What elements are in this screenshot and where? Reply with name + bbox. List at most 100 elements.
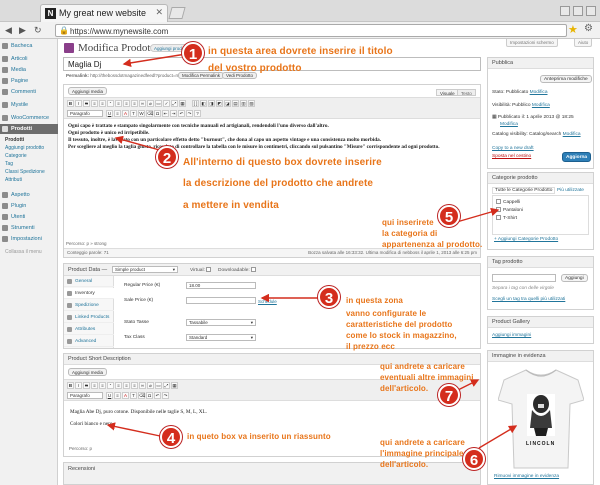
sidebar-item-articoli[interactable]: Articoli	[0, 54, 58, 64]
kitchen-sink-icon[interactable]: ▦	[179, 100, 186, 107]
category-item[interactable]: Cappelli	[496, 199, 520, 205]
indent-icon[interactable]: ⇥	[170, 110, 177, 117]
paste-text-icon[interactable]: T	[130, 392, 137, 399]
address-bar[interactable]: 🔒 https://www.mynewsite.com	[55, 24, 567, 37]
strikethrough-icon[interactable]: S	[83, 100, 90, 107]
kitchen-sink-icon[interactable]: ▦	[171, 382, 178, 389]
minimize-button[interactable]	[560, 6, 570, 16]
wrench-icon[interactable]: ⚙	[584, 23, 593, 34]
justify-icon[interactable]: ≡	[114, 392, 121, 399]
regular-price-input[interactable]: 18.00	[186, 282, 256, 289]
blockquote-icon[interactable]: “	[107, 100, 114, 107]
browser-tab[interactable]: N My great new website ✕	[40, 4, 168, 22]
category-item[interactable]: T-Shirt	[496, 215, 517, 221]
italic-icon[interactable]: I	[75, 382, 82, 389]
special-char-icon[interactable]: Ω	[154, 110, 161, 117]
tab-general[interactable]: General	[64, 276, 114, 287]
back-arrow-icon[interactable]: ◀	[5, 25, 12, 36]
align-right-icon[interactable]: ≡	[131, 100, 138, 107]
link-icon[interactable]: ∞	[139, 100, 146, 107]
product-type-select[interactable]: Simple product ▾	[112, 266, 178, 273]
format-select[interactable]: Paragrafo	[67, 392, 103, 399]
reload-icon[interactable]: ↻	[34, 25, 42, 36]
sidebar-item-media[interactable]: Media	[0, 65, 58, 75]
unlink-icon[interactable]: ⌀	[147, 100, 154, 107]
paste-word-icon[interactable]: W	[138, 110, 145, 117]
undo-icon[interactable]: ↶	[178, 110, 185, 117]
tab-text[interactable]: Testo	[457, 89, 476, 96]
align-center-icon[interactable]: ≡	[123, 100, 130, 107]
remove-featured-image-link[interactable]: Rimuovi immagine in evidenza	[494, 474, 559, 479]
tab-spedizione[interactable]: Spedizione	[64, 300, 114, 311]
sidebar-item-prodotti[interactable]: Prodotti	[0, 124, 58, 134]
sidebar-subitem[interactable]: Classi Spedizione	[0, 168, 58, 176]
collapse-menu-button[interactable]: Collassa il menu	[0, 248, 58, 256]
virtual-checkbox[interactable]	[206, 267, 212, 272]
forward-arrow-icon[interactable]: ▶	[19, 25, 26, 36]
edit-visibility-link[interactable]: Modifica	[532, 103, 550, 108]
screen-options-button[interactable]: Impostazioni schermo	[506, 39, 558, 47]
sidebar-item-aspetto[interactable]: Aspetto	[0, 190, 58, 200]
bookmark-star-icon[interactable]: ★	[568, 23, 578, 36]
redo-icon[interactable]: ↷	[162, 392, 169, 399]
sidebar-item-utenti[interactable]: Utenti	[0, 212, 58, 222]
edit-date-link[interactable]: Modifica	[500, 122, 518, 127]
copy-draft-link[interactable]: Copy to a new draft	[492, 146, 534, 151]
virtual-option[interactable]: Virtual:	[190, 267, 212, 273]
special-char-icon[interactable]: Ω	[146, 392, 153, 399]
undo-icon[interactable]: ↶	[154, 392, 161, 399]
update-button[interactable]: Aggiorna	[562, 152, 592, 162]
add-tag-button[interactable]: Aggiungi	[561, 274, 588, 282]
shortcode-icon[interactable]: ◨	[208, 100, 215, 107]
tab-linked-products[interactable]: Linked Products	[64, 312, 114, 323]
sidebar-item-plugin[interactable]: Plugin	[0, 201, 58, 211]
sidebar-item-mystile[interactable]: Mystile	[0, 100, 58, 110]
add-category-link[interactable]: + Aggiungi Categorie Prodotto	[494, 237, 558, 242]
shortcode-icon[interactable]: ▧	[248, 100, 255, 107]
short-description-content[interactable]: Maglia Abe Dj, puro cotone. Disponibile …	[70, 406, 207, 430]
downloadable-checkbox[interactable]	[251, 267, 257, 272]
downloadable-option[interactable]: Downloadable:	[218, 267, 257, 273]
add-media-button[interactable]: Aggiungi media	[68, 368, 108, 376]
outdent-icon[interactable]: ⇤	[162, 110, 169, 117]
shortcode-icon[interactable]: ▤	[232, 100, 239, 107]
shortcode-icon[interactable]: ◪	[224, 100, 231, 107]
shortcode-icon[interactable]: [ ]	[192, 100, 199, 107]
sidebar-subitem[interactable]: Aggiungi prodotto	[0, 144, 58, 152]
tshirt-image[interactable]	[498, 366, 584, 470]
align-left-icon[interactable]: ≡	[115, 100, 122, 107]
align-center-icon[interactable]: ≡	[123, 382, 130, 389]
close-window-button[interactable]	[586, 6, 596, 16]
sidebar-item-woocommerce[interactable]: WooCommerce	[0, 113, 58, 123]
sidebar-item-bacheca[interactable]: Bacheca	[0, 41, 58, 51]
blockquote-icon[interactable]: “	[107, 382, 114, 389]
preview-changes-button[interactable]: Anteprima modifiche	[540, 75, 592, 83]
add-gallery-images-link[interactable]: Aggiungi immagini	[492, 333, 531, 338]
link-icon[interactable]: ∞	[139, 382, 146, 389]
shortcode-icon[interactable]: ◩	[216, 100, 223, 107]
spellcheck-icon[interactable]: ✓	[163, 100, 170, 107]
sidebar-subitem[interactable]: Attributi	[0, 176, 58, 184]
add-media-button[interactable]: Aggiungi media	[68, 87, 108, 95]
sidebar-item-pagine[interactable]: Pagine	[0, 76, 58, 86]
clear-format-icon[interactable]: ⌫	[146, 110, 153, 117]
sidebar-item-commenti[interactable]: Commenti	[0, 87, 58, 97]
paste-text-icon[interactable]: T	[130, 110, 137, 117]
help-button[interactable]: Aiuto	[574, 39, 593, 47]
choose-tags-link[interactable]: Scegli un tag tra quelli più utilizzati	[492, 297, 565, 302]
bullet-list-icon[interactable]: ≡	[91, 100, 98, 107]
unlink-icon[interactable]: ⌀	[147, 382, 154, 389]
tab-inventory[interactable]: Inventory	[64, 288, 114, 299]
shortcode-icon[interactable]: ▥	[240, 100, 247, 107]
category-checkbox[interactable]	[496, 215, 501, 220]
bold-icon[interactable]: B	[67, 382, 74, 389]
tab-all-categories[interactable]: Tutte le Categorie Prodotto	[492, 187, 556, 194]
sidebar-subitem[interactable]: Prodotti	[0, 136, 58, 144]
schedule-link[interactable]: Schedule	[258, 299, 277, 304]
sidebar-item-impostazioni[interactable]: Impostazioni	[0, 234, 58, 244]
editor-content[interactable]: Ogni capo è trattato e stampato singolar…	[68, 123, 476, 151]
align-left-icon[interactable]: ≡	[115, 382, 122, 389]
more-tag-icon[interactable]: ▭	[155, 100, 162, 107]
tab-attributes[interactable]: Attributes	[64, 324, 114, 335]
format-select[interactable]: Paragrafo	[67, 110, 103, 117]
